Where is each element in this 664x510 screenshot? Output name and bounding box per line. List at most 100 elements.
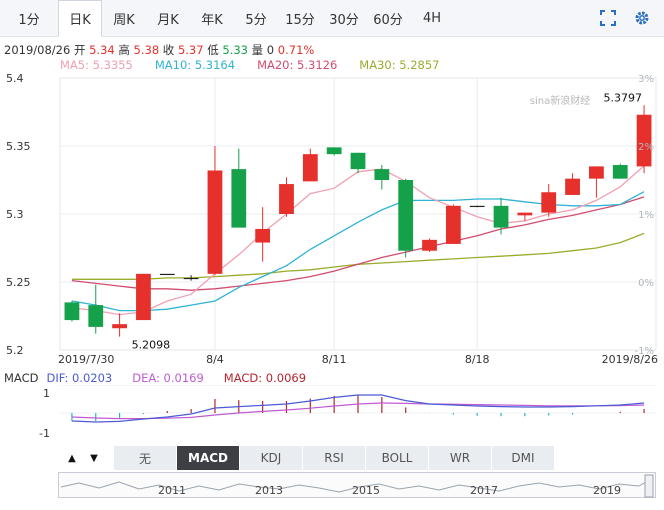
indicator-tab-bar: 无 MACD KDJ RSI BOLL WR DMI: [114, 446, 555, 470]
nav-year-2011: 2011: [158, 484, 186, 497]
candle-body: [445, 205, 461, 244]
percent-tick-label: 2%: [638, 142, 654, 153]
axis-labels: 5.4 3%5.35 2%5.3 1%5.25 0%5.2 -1%2019/7/30 8/4…: [6, 72, 658, 366]
tab-5min[interactable]: 5分: [234, 0, 278, 36]
candle: [565, 173, 580, 195]
scroll-down-button[interactable]: ▼: [84, 446, 104, 470]
candle-body: [136, 273, 151, 321]
candle: [374, 165, 390, 190]
date-tick-label: 8/18: [465, 353, 490, 366]
candle: [183, 275, 199, 281]
candlestick-chart[interactable]: sina新浪财经 5.4 3%5.35 2%5.3 1%5.25 0%5.2 -1%201…: [0, 70, 664, 370]
candle: [255, 207, 271, 262]
price-tick-label: 5.3: [6, 208, 24, 221]
indicator-tab-boll[interactable]: BOLL: [366, 446, 428, 470]
period-tab-bar: 1分 日K 周K 月K 年K 5分 15分 30分 60分 4H: [0, 0, 664, 37]
macd-tick-label: -1: [39, 427, 50, 440]
volume-value: 0: [266, 43, 275, 57]
info-date: 2019/08/26: [4, 43, 71, 57]
price-tick-label: 5.4: [6, 72, 24, 85]
date-tick-label: 8/4: [206, 353, 224, 366]
candle-body: [112, 324, 127, 329]
close-label: 收: [162, 43, 175, 57]
candle-body: [159, 273, 175, 276]
low-value: 5.33: [222, 43, 248, 57]
tab-30min[interactable]: 30分: [322, 0, 366, 36]
candle-body: [589, 166, 604, 179]
candle-body: [231, 169, 247, 228]
change-value: 0.71%: [277, 43, 315, 57]
indicator-tab-none[interactable]: 无: [114, 446, 176, 470]
candle-body: [517, 212, 533, 216]
tab-monthly-k[interactable]: 月K: [146, 0, 190, 36]
candle-body: [88, 305, 104, 327]
scroll-up-button[interactable]: ▲: [62, 446, 82, 470]
candle-body: [612, 165, 628, 179]
sina-watermark: sina新浪财经: [530, 94, 590, 107]
candle: [159, 273, 175, 276]
navigator-overview: 2011 2013 2015 2017 2019: [60, 474, 654, 498]
ma5-line: [71, 165, 645, 316]
dea-label: DEA: 0.0169: [132, 371, 204, 385]
high-label: 高: [118, 43, 130, 57]
settings-gear-icon[interactable]: [634, 10, 650, 26]
macd-label: MACD: 0.0069: [223, 371, 307, 385]
tab-yearly-k[interactable]: 年K: [190, 0, 234, 36]
indicator-tab-macd[interactable]: MACD: [177, 446, 239, 470]
candle: [112, 313, 127, 337]
volume-label: 量: [251, 43, 264, 57]
navigator-handle[interactable]: [644, 474, 654, 498]
indicator-tab-wr[interactable]: WR: [429, 446, 491, 470]
candle: [636, 105, 652, 174]
candle-body: [541, 192, 557, 213]
open-value: 5.34: [89, 43, 115, 57]
tab-4h[interactable]: 4H: [410, 0, 454, 36]
date-tick-label: 2019/7/30: [58, 353, 114, 366]
candle-body: [279, 184, 294, 214]
candle: [302, 148, 318, 182]
candle-body: [302, 154, 318, 182]
candle: [445, 204, 461, 244]
nav-year-2015: 2015: [352, 484, 380, 497]
percent-tick-label: 1%: [638, 210, 654, 221]
candle-body: [636, 114, 652, 167]
ma-lines: [71, 165, 645, 316]
candle-body: [398, 180, 414, 251]
nav-year-2013: 2013: [255, 484, 283, 497]
candle: [398, 178, 414, 258]
nav-year-2019: 2019: [593, 484, 621, 497]
candle: [326, 147, 342, 156]
candle-body: [350, 152, 366, 170]
tab-weekly-k[interactable]: 周K: [102, 0, 146, 36]
candle: [469, 205, 485, 208]
fullscreen-icon[interactable]: [600, 10, 616, 26]
candle-body: [565, 178, 580, 195]
candle: [612, 163, 628, 179]
tab-1min[interactable]: 1分: [0, 0, 58, 36]
macd-tick-label: 1: [43, 387, 50, 400]
macd-info-row: MACD DIF: 0.0203 DEA: 0.0169 MACD: 0.006…: [4, 371, 306, 385]
candle: [64, 301, 80, 322]
down-arrow-icon: ▼: [90, 452, 98, 464]
candle: [350, 152, 366, 174]
toolbar-icons: [600, 0, 664, 36]
macd-title: MACD: [4, 371, 39, 385]
tab-15min[interactable]: 15分: [278, 0, 322, 36]
indicator-tab-dmi[interactable]: DMI: [492, 446, 554, 470]
tab-60min[interactable]: 60分: [366, 0, 410, 36]
ma20-line: [71, 196, 645, 291]
indicator-tab-kdj[interactable]: KDJ: [240, 446, 302, 470]
candle: [541, 184, 557, 217]
ohlc-info-row: 2019/08/26 开 5.34 高 5.38 收 5.37 低 5.33 量…: [4, 42, 314, 58]
dif-label: DIF: 0.0203: [46, 371, 113, 385]
time-range-navigator[interactable]: 2011 2013 2015 2017 2019: [58, 472, 656, 498]
ma30-line: [71, 232, 645, 280]
macd-chart[interactable]: 1 -1: [0, 385, 664, 443]
date-tick-label: 2019/8/26: [602, 353, 658, 366]
indicator-tab-rsi[interactable]: RSI: [303, 446, 365, 470]
percent-tick-label: 3%: [638, 74, 654, 85]
candle: [422, 238, 437, 253]
tab-daily-k[interactable]: 日K: [58, 0, 102, 37]
candle-body: [64, 302, 80, 321]
candle-body: [326, 147, 342, 155]
